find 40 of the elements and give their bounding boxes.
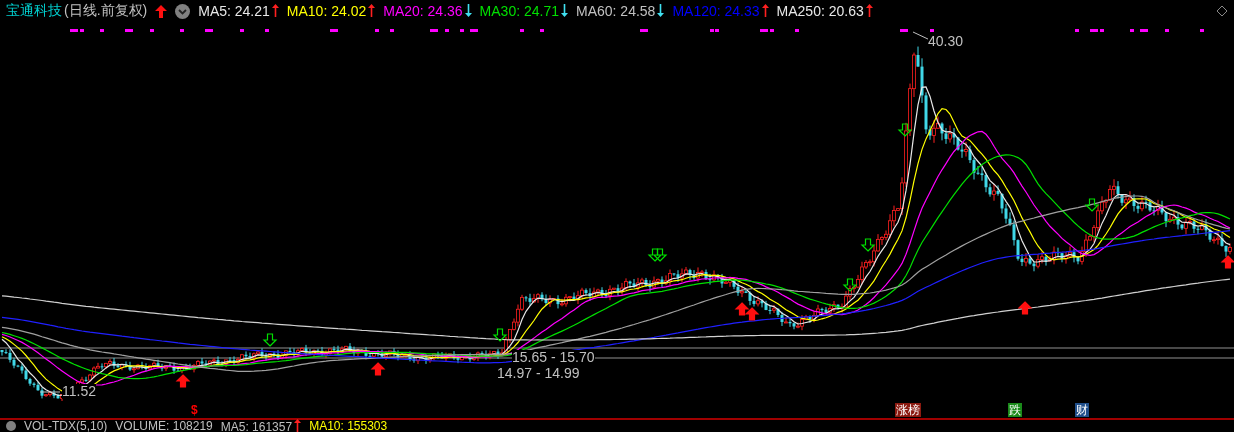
- moving-average-value: MA30: 24.71: [479, 3, 568, 19]
- up-arrow-icon: [1017, 301, 1033, 315]
- volume-value: VOLUME: 108219: [115, 419, 213, 432]
- moving-average-value: MA5: 24.21: [198, 3, 279, 19]
- moving-average-value: MA120: 24.33: [672, 3, 769, 19]
- down-arrow-icon: [647, 248, 663, 262]
- up-arrow-icon: [370, 362, 386, 376]
- up-arrow-icon: [744, 307, 760, 321]
- volume-value: MA5: 161357: [220, 418, 302, 432]
- down-arrow-icon: [492, 328, 508, 342]
- down-arrow-icon: [652, 248, 668, 262]
- moving-average-value: MA60: 24.58: [576, 3, 665, 19]
- chevron-down-icon[interactable]: [175, 3, 191, 19]
- down-arrow-icon: [860, 238, 876, 252]
- down-arrow-icon: [262, 333, 278, 347]
- down-arrow-icon: [897, 123, 913, 137]
- price-label: 40.30: [928, 34, 964, 49]
- volume-indicator-name: VOL-TDX(5,10): [24, 419, 108, 432]
- moving-average-value: MA250: 20.63: [776, 3, 873, 19]
- diamond-icon[interactable]: [1216, 5, 1228, 17]
- chart-period: (日线.前复权): [64, 2, 148, 20]
- price-label: 15.65 - 15.70: [512, 350, 595, 365]
- price-label: 11.52: [62, 384, 96, 399]
- event-tag[interactable]: 跌: [1008, 403, 1022, 417]
- leader-line: [39, 391, 61, 393]
- up-arrow-icon: [734, 302, 750, 316]
- volume-value: MA10: 155303: [309, 419, 388, 432]
- down-arrow-icon: [842, 278, 858, 292]
- up-arrow-icon: [1220, 255, 1234, 269]
- circle-icon: [6, 421, 16, 431]
- dollar-marker[interactable]: $: [190, 403, 199, 417]
- stock-name: 宝通科技: [6, 2, 62, 20]
- up-arrow-icon: [175, 374, 191, 388]
- moving-average-value: MA20: 24.36: [383, 3, 472, 19]
- event-tag[interactable]: 财: [1075, 403, 1089, 417]
- event-tag[interactable]: 涨榜: [895, 403, 921, 417]
- down-arrow-icon: [1084, 198, 1100, 212]
- moving-average-value: MA10: 24.02: [286, 3, 376, 19]
- up-arrow-icon: [155, 4, 168, 18]
- price-label: 14.97 - 14.99: [497, 366, 580, 381]
